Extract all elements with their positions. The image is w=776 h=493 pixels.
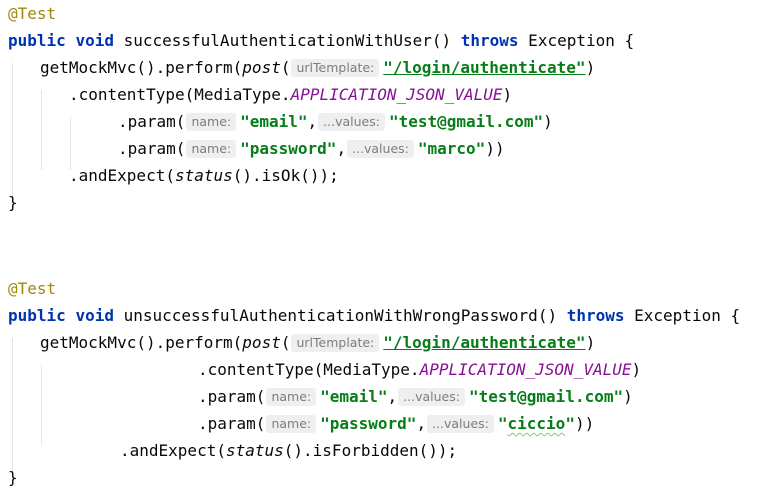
- perform-call: getMockMvc().perform(: [40, 58, 243, 77]
- keyword-void: void: [75, 31, 114, 50]
- and-expect-call: .andExpect(: [120, 441, 226, 460]
- close-paren: ): [585, 58, 596, 77]
- inlay-hint-name: name:: [186, 140, 237, 158]
- inlay-hint-url-template: urlTemplate:: [291, 334, 380, 352]
- inlay-hint-name: name:: [266, 388, 317, 406]
- code-line-param-email: .param(name: "email", ...values: "test@gmai…: [198, 383, 633, 410]
- indent-guide: [41, 90, 42, 170]
- perform-call: getMockMvc().perform(: [40, 333, 243, 352]
- open-paren: (: [280, 333, 291, 352]
- close-paren: ): [502, 85, 513, 104]
- annotation-test: @Test: [8, 279, 57, 298]
- code-line-method-signature: public void successfulAuthenticationWith…: [8, 27, 634, 54]
- inlay-hint-values: ...values:: [427, 415, 494, 433]
- code-line-method-signature: public void unsuccessfulAuthenticationWi…: [8, 302, 740, 329]
- code-line-annotation: @Test: [8, 275, 56, 302]
- param-call: .param(: [198, 414, 266, 433]
- indent-guide: [41, 365, 42, 445]
- method-name: unsuccessfulAuthenticationWithWrongPassw…: [113, 306, 567, 325]
- and-expect-call: .andExpect(: [69, 166, 175, 185]
- media-type-constant: APPLICATION_JSON_VALUE: [419, 360, 632, 379]
- code-line-param-password: .param(name: "password", ...values: "marco"…: [118, 135, 505, 162]
- inlay-hint-values: ...values:: [347, 140, 414, 158]
- code-editor[interactable]: @Test public void successfulAuthenticati…: [0, 0, 776, 493]
- keyword-void: void: [75, 306, 114, 325]
- url-string[interactable]: "/login/authenticate": [383, 333, 585, 352]
- code-line-param-password: .param(name: "password", ...values: "ciccio…: [198, 410, 594, 437]
- signature-tail: Exception {: [624, 306, 741, 325]
- annotation-test: @Test: [8, 4, 57, 23]
- inlay-hint-name: name:: [186, 113, 237, 131]
- status-call: status: [174, 166, 233, 185]
- param-call: .param(: [118, 112, 186, 131]
- code-line-content-type: .contentType(MediaType.APPLICATION_JSON_…: [198, 356, 641, 383]
- keyword-public: public: [8, 31, 66, 50]
- param-name-string: "email": [240, 112, 308, 131]
- code-line-content-type: .contentType(MediaType.APPLICATION_JSON_…: [69, 81, 512, 108]
- method-name: successfulAuthenticationWithUser(): [113, 31, 461, 50]
- param-value-string: "test@gmail.com": [468, 387, 624, 406]
- close-parens: )): [485, 139, 505, 158]
- keyword-public: public: [8, 306, 66, 325]
- code-line-annotation: @Test: [8, 0, 56, 27]
- open-paren: (: [280, 58, 291, 77]
- content-type-call: .contentType(MediaType.: [69, 85, 291, 104]
- comma: ,: [416, 414, 427, 433]
- is-forbidden-call: ().isForbidden());: [283, 441, 458, 460]
- param-call: .param(: [118, 139, 186, 158]
- close-parens: )): [574, 414, 595, 433]
- url-string[interactable]: "/login/authenticate": [383, 58, 585, 77]
- status-call: status: [225, 441, 284, 460]
- code-line-perform: getMockMvc().perform(post(urlTemplate: "/…: [40, 54, 595, 81]
- inlay-hint-values: ...values:: [398, 388, 465, 406]
- code-line-param-email: .param(name: "email", ...values: "test@gmai…: [118, 108, 553, 135]
- media-type-constant: APPLICATION_JSON_VALUE: [290, 85, 503, 104]
- indent-guide: [12, 338, 13, 472]
- inlay-hint-name: name:: [266, 415, 317, 433]
- close-paren: ): [543, 112, 553, 131]
- comma: ,: [307, 112, 318, 131]
- indent-guide: [12, 63, 13, 197]
- close-paren: ): [623, 387, 633, 406]
- param-name-string: "email": [320, 387, 388, 406]
- code-line-closing-brace: }: [8, 464, 18, 491]
- post-call: post: [242, 333, 281, 352]
- signature-tail: Exception {: [518, 31, 635, 50]
- param-call: .param(: [198, 387, 266, 406]
- close-paren: ): [631, 360, 642, 379]
- code-line-closing-brace: }: [8, 189, 18, 216]
- inlay-hint-values: ...values:: [318, 113, 385, 131]
- is-ok-call: ().isOk());: [232, 166, 339, 185]
- param-value-quote-open: ": [497, 414, 508, 433]
- param-name-string: "password": [240, 139, 337, 158]
- param-name-string: "password": [320, 414, 417, 433]
- comma: ,: [336, 139, 347, 158]
- keyword-throws: throws: [460, 31, 519, 50]
- param-value-string: "test@gmail.com": [388, 112, 544, 131]
- keyword-throws: throws: [566, 306, 625, 325]
- inlay-hint-url-template: urlTemplate:: [291, 59, 380, 77]
- comma: ,: [387, 387, 398, 406]
- code-line-perform: getMockMvc().perform(post(urlTemplate: "/…: [40, 329, 595, 356]
- content-type-call: .contentType(MediaType.: [198, 360, 420, 379]
- code-line-and-expect: .andExpect(status().isOk());: [69, 162, 339, 189]
- closing-brace: }: [8, 468, 18, 487]
- close-paren: ): [585, 333, 596, 352]
- param-value-typo-word: ciccio: [507, 414, 566, 433]
- closing-brace: }: [8, 193, 18, 212]
- param-value-quote-close: ": [565, 414, 575, 433]
- code-line-and-expect: .andExpect(status().isForbidden());: [120, 437, 457, 464]
- param-value-string: "marco": [417, 139, 486, 158]
- post-call: post: [242, 58, 281, 77]
